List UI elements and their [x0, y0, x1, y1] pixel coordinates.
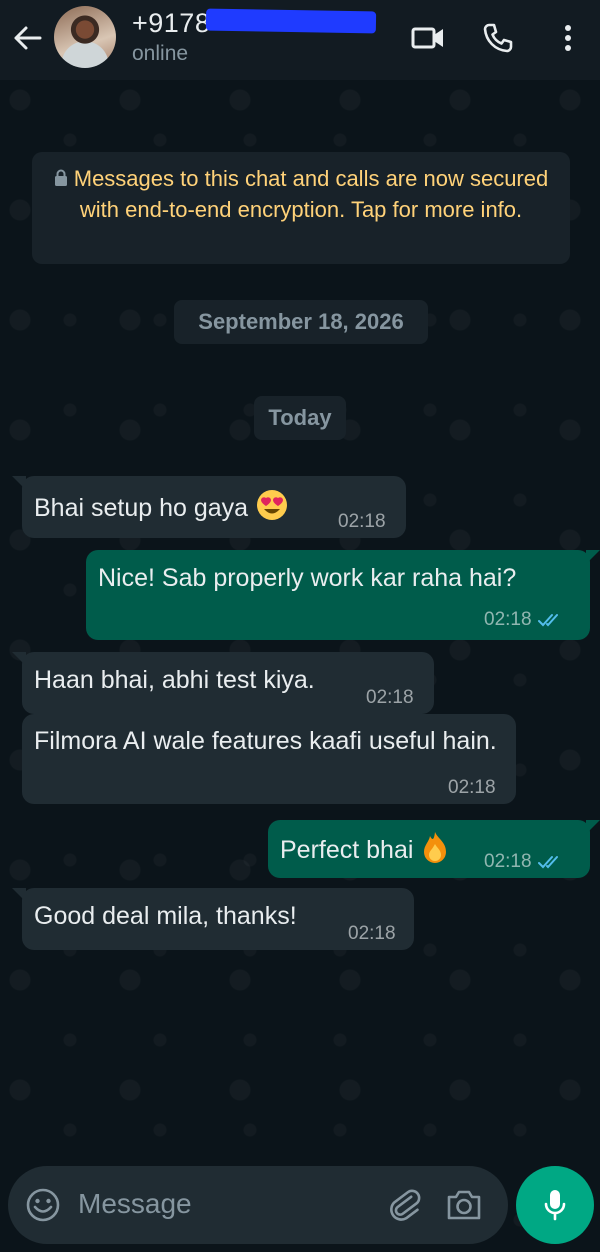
message-time: 02:18 — [338, 511, 386, 532]
read-ticks-icon — [537, 614, 558, 627]
read-ticks-icon — [537, 856, 558, 869]
message-time: 02:18 — [484, 851, 532, 872]
avatar[interactable] — [54, 6, 116, 68]
date-pill: Today — [254, 396, 346, 440]
date-pill: September 18, 2026 — [174, 300, 428, 344]
attach-icon — [390, 1189, 421, 1221]
message-time: 02:18 — [366, 687, 414, 708]
fire-emoji-icon — [420, 830, 454, 864]
chat-header: +9178 online — [0, 0, 600, 80]
message-bubble-incoming[interactable]: Bhai setup ho gaya 02:18 — [12, 476, 406, 538]
message-meta: 02:18 — [484, 846, 562, 878]
arrow-left-icon — [14, 26, 42, 50]
encryption-notice-text: Messages to this chat and calls are now … — [73, 166, 549, 222]
message-text: Good deal mila, thanks! — [34, 902, 297, 930]
mic-icon — [544, 1190, 566, 1221]
message-text: Haan bhai, abhi test kiya. — [34, 666, 315, 694]
message-time: 02:18 — [348, 923, 396, 944]
voice-record-button[interactable] — [516, 1166, 594, 1244]
lock-icon — [54, 165, 68, 195]
message-meta: 02:18 — [484, 604, 562, 636]
message-bubble-incoming[interactable]: Filmora AI wale features kaafi useful ha… — [22, 714, 516, 804]
message-bubble-incoming[interactable]: Haan bhai, abhi test kiya. 02:18 — [12, 652, 434, 714]
more-options-button[interactable] — [548, 20, 588, 56]
voice-call-button[interactable] — [478, 20, 518, 56]
phone-icon — [483, 23, 513, 53]
emoji-button[interactable] — [24, 1186, 62, 1224]
videocam-icon — [411, 27, 443, 49]
message-text: Nice! Sab properly work kar raha hai? — [98, 564, 517, 592]
message-bubble-incoming[interactable]: Good deal mila, thanks! 02:18 — [12, 888, 414, 950]
back-button[interactable] — [10, 24, 44, 52]
message-input[interactable]: Message — [78, 1188, 192, 1220]
attach-button[interactable] — [386, 1186, 424, 1224]
emoji-icon — [26, 1188, 60, 1222]
message-bubble-outgoing[interactable]: Perfect bhai 02:18 — [268, 820, 600, 878]
camera-button[interactable] — [444, 1186, 484, 1224]
more-vert-icon — [565, 25, 571, 51]
camera-icon — [447, 1190, 481, 1220]
message-time: 02:18 — [448, 777, 496, 798]
heart-eyes-emoji-icon — [255, 488, 289, 522]
message-text: Bhai setup ho gaya — [34, 488, 289, 524]
encryption-notice[interactable]: Messages to this chat and calls are now … — [32, 152, 570, 264]
message-text: Perfect bhai — [280, 830, 454, 866]
contact-status: online — [132, 42, 189, 65]
contact-name[interactable]: +9178 — [132, 8, 210, 39]
chat-area[interactable]: Messages to this chat and calls are now … — [0, 80, 600, 1252]
message-bubble-outgoing[interactable]: Nice! Sab properly work kar raha hai? 02… — [86, 550, 600, 640]
message-text: Filmora AI wale features kaafi useful ha… — [34, 727, 497, 755]
message-time: 02:18 — [484, 609, 532, 630]
video-call-button[interactable] — [408, 20, 448, 56]
redaction-mark — [205, 8, 377, 34]
message-composer[interactable]: Message — [8, 1166, 508, 1244]
